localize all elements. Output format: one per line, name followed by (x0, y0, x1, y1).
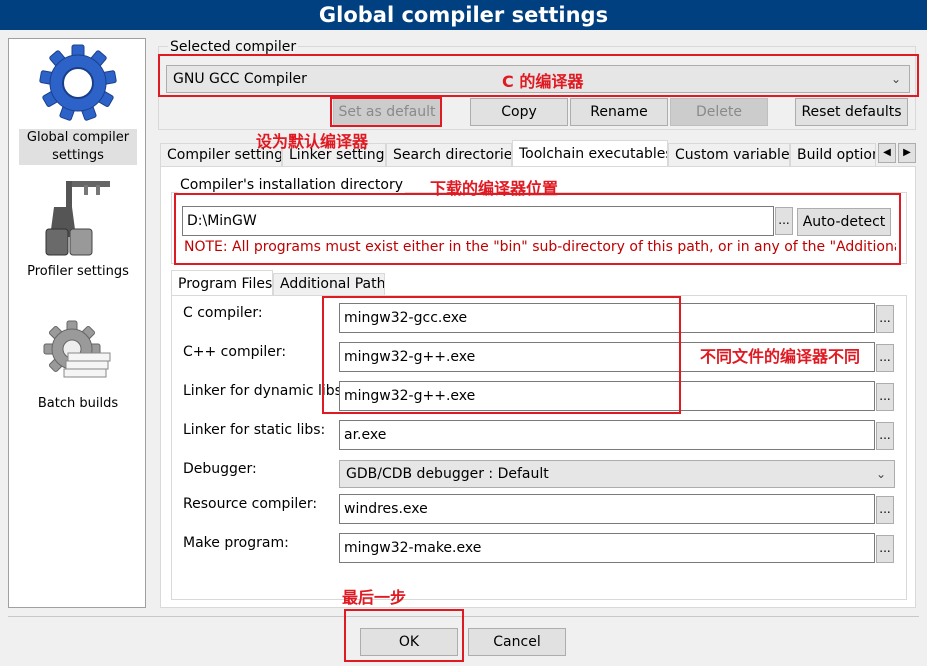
annotation-box-program-files (322, 296, 681, 414)
tab-toolchain-executables[interactable]: Toolchain executables (512, 140, 668, 168)
annotation-install-dir-text: 下载的编译器位置 (430, 179, 559, 198)
annotation-set-default-text: 设为默认编译器 (256, 132, 369, 151)
annotation-box-set-default (330, 97, 442, 127)
reset-defaults-button[interactable]: Reset defaults (795, 98, 908, 126)
subtab-strip: Program Files Additional Paths (171, 270, 386, 296)
copy-button[interactable]: Copy (470, 98, 568, 126)
debugger-select-value: GDB/CDB debugger : Default (346, 466, 549, 482)
tab-additional-paths[interactable]: Additional Paths (273, 273, 385, 295)
tab-custom-variables[interactable]: Custom variables (668, 143, 790, 167)
selected-compiler-label: Selected compiler (168, 39, 299, 55)
cancel-button[interactable]: Cancel (468, 628, 566, 656)
annotation-box-install-dir (174, 193, 901, 265)
linker-static-input[interactable]: ar.exe (339, 420, 875, 450)
annotation-program-files-text: 不同文件的编译器不同 (700, 347, 861, 366)
tab-scroll-right-icon[interactable]: ▶ (898, 143, 916, 163)
annotation-c-compiler-text: C 的编译器 (502, 72, 584, 91)
rename-button[interactable]: Rename (570, 98, 668, 126)
linker-static-label: Linker for static libs: (183, 422, 326, 438)
profiler-icon (45, 181, 110, 256)
sidebar-item-profiler-settings[interactable]: Profiler settings (19, 177, 137, 281)
sidebar-item-global-compiler-settings[interactable]: Global compiler settings (19, 43, 137, 165)
delete-button[interactable]: Delete (670, 98, 768, 126)
annotation-box-ok (344, 609, 464, 662)
tab-build-options[interactable]: Build options (790, 143, 876, 167)
sidebar-item-batch-builds[interactable]: Batch builds (19, 319, 137, 413)
make-program-browse-button[interactable]: ... (876, 535, 894, 563)
resource-compiler-label: Resource compiler: (183, 496, 318, 512)
make-program-label: Make program: (183, 535, 289, 551)
linker-static-browse-button[interactable]: ... (876, 422, 894, 450)
tab-search-directories[interactable]: Search directories (386, 143, 512, 167)
gear-icon (39, 44, 117, 121)
batch-gear-icon (43, 320, 111, 378)
tab-scroll-left-icon[interactable]: ◀ (878, 143, 896, 163)
resource-compiler-browse-button[interactable]: ... (876, 496, 894, 524)
sidebar-item-label: Global compiler settings (19, 129, 137, 165)
sidebar-item-label: Batch builds (37, 396, 119, 411)
c-compiler-label: C compiler: (183, 305, 263, 321)
cpp-compiler-label: C++ compiler: (183, 344, 287, 360)
debugger-select[interactable]: GDB/CDB debugger : Default ⌄ (339, 460, 895, 488)
make-program-input[interactable]: mingw32-make.exe (339, 533, 875, 563)
cpp-compiler-browse-button[interactable]: ... (876, 344, 894, 372)
chevron-down-icon: ⌄ (875, 467, 886, 481)
resource-compiler-input[interactable]: windres.exe (339, 494, 875, 524)
annotation-last-step-text: 最后一步 (342, 588, 407, 607)
debugger-label: Debugger: (183, 461, 257, 477)
install-dir-label: Compiler's installation directory (178, 177, 405, 193)
linker-dynamic-browse-button[interactable]: ... (876, 383, 894, 411)
sidebar-item-label: Profiler settings (27, 264, 129, 279)
sidebar: Global compiler settings Profiler settin… (8, 38, 146, 608)
tab-program-files[interactable]: Program Files (171, 270, 273, 296)
window-title: Global compiler settings (0, 0, 927, 30)
c-compiler-browse-button[interactable]: ... (876, 305, 894, 333)
